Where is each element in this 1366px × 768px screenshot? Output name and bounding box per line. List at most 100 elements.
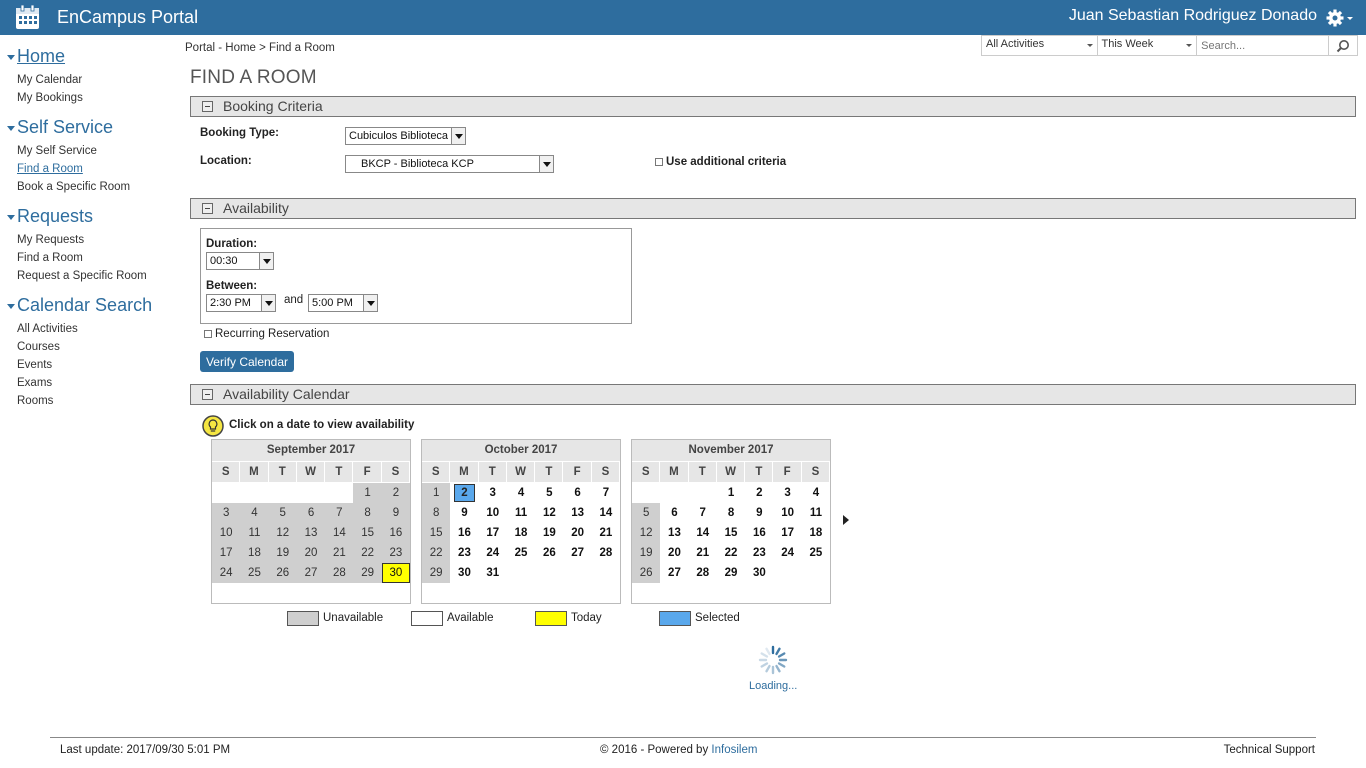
day-cell[interactable]: 6 [563, 483, 591, 503]
day-cell[interactable]: 27 [296, 563, 326, 583]
day-cell[interactable]: 25 [507, 543, 535, 563]
search-input[interactable] [1197, 36, 1330, 55]
day-cell[interactable]: 7 [689, 503, 717, 523]
day-cell[interactable]: 4 [507, 483, 535, 503]
day-cell[interactable]: 24 [212, 563, 241, 583]
day-cell[interactable]: 19 [632, 543, 661, 563]
day-cell[interactable]: 18 [240, 543, 269, 563]
end-time-select[interactable]: 5:00 PM [308, 294, 378, 312]
day-cell[interactable]: 21 [592, 523, 620, 543]
sidebar-item-rooms[interactable]: Rooms [17, 395, 53, 407]
sidebar-item-my-requests[interactable]: My Requests [17, 234, 84, 246]
day-cell[interactable]: 16 [745, 523, 773, 543]
day-cell[interactable]: 9 [450, 503, 478, 523]
day-cell[interactable]: 4 [802, 483, 830, 503]
day-cell[interactable]: 27 [660, 563, 688, 583]
day-cell[interactable]: 2 [745, 483, 773, 503]
day-cell[interactable]: 10 [212, 523, 241, 543]
day-cell[interactable]: 22 [422, 543, 451, 563]
day-cell[interactable]: 15 [422, 523, 451, 543]
activity-filter-select[interactable]: All Activities [982, 36, 1098, 55]
nav-group-requests[interactable]: Requests [7, 206, 93, 227]
section-availability-calendar[interactable]: Availability Calendar [190, 384, 1356, 405]
day-cell[interactable]: 12 [535, 503, 563, 523]
day-cell[interactable]: 26 [535, 543, 563, 563]
day-cell[interactable]: 1 [717, 483, 745, 503]
technical-support-link[interactable]: Technical Support [1224, 744, 1315, 756]
day-cell[interactable]: 12 [632, 523, 661, 543]
next-month-arrow-icon[interactable] [843, 515, 849, 525]
sidebar-item-my-calendar[interactable]: My Calendar [17, 74, 82, 86]
day-cell[interactable]: 28 [592, 543, 620, 563]
nav-group-home[interactable]: Home [7, 46, 65, 67]
day-cell[interactable]: 24 [479, 543, 507, 563]
day-cell[interactable]: 7 [592, 483, 620, 503]
day-cell[interactable]: 10 [479, 503, 507, 523]
day-cell[interactable]: 16 [450, 523, 478, 543]
search-button[interactable] [1329, 36, 1357, 55]
day-cell[interactable]: 20 [660, 543, 688, 563]
day-cell[interactable]: 23 [450, 543, 478, 563]
day-cell[interactable]: 4 [240, 503, 269, 523]
day-cell[interactable]: 11 [240, 523, 269, 543]
day-cell[interactable]: 1 [422, 483, 451, 503]
day-cell[interactable]: 28 [325, 563, 354, 583]
day-cell[interactable]: 13 [563, 503, 591, 523]
gear-icon[interactable] [1326, 9, 1354, 27]
sidebar-item-my-self-service[interactable]: My Self Service [17, 145, 97, 157]
recurring-checkbox[interactable] [204, 330, 212, 338]
day-cell[interactable]: 3 [479, 483, 507, 503]
day-cell[interactable]: 21 [689, 543, 717, 563]
day-cell[interactable]: 23 [381, 543, 411, 563]
day-cell[interactable]: 17 [773, 523, 801, 543]
day-cell[interactable]: 30 [450, 563, 478, 583]
day-cell[interactable]: 23 [745, 543, 773, 563]
day-cell[interactable]: 3 [212, 503, 241, 523]
day-cell[interactable]: 5 [268, 503, 297, 523]
day-cell[interactable]: 14 [689, 523, 717, 543]
day-cell[interactable]: 12 [268, 523, 297, 543]
day-cell[interactable]: 8 [353, 503, 382, 523]
day-cell[interactable]: 13 [660, 523, 688, 543]
day-cell[interactable]: 31 [479, 563, 507, 583]
collapse-triangle-icon[interactable] [7, 304, 15, 309]
day-cell[interactable]: 27 [563, 543, 591, 563]
day-cell[interactable]: 19 [535, 523, 563, 543]
day-cell[interactable]: 9 [381, 503, 411, 523]
day-cell[interactable]: 25 [802, 543, 830, 563]
nav-group-self-service[interactable]: Self Service [7, 117, 113, 138]
sidebar-item-all-activities[interactable]: All Activities [17, 323, 78, 335]
user-name[interactable]: Juan Sebastian Rodriguez Donado [1069, 7, 1317, 25]
sidebar-item-my-bookings[interactable]: My Bookings [17, 92, 83, 104]
day-cell[interactable]: 10 [773, 503, 801, 523]
day-cell[interactable]: 9 [745, 503, 773, 523]
day-cell[interactable]: 16 [381, 523, 411, 543]
day-cell[interactable]: 6 [296, 503, 326, 523]
day-cell[interactable]: 11 [802, 503, 830, 523]
sidebar-item-book-specific-room[interactable]: Book a Specific Room [17, 181, 130, 193]
day-cell[interactable]: 29 [717, 563, 745, 583]
infosilem-link[interactable]: Infosilem [711, 744, 757, 756]
day-cell[interactable]: 5 [535, 483, 563, 503]
day-cell[interactable]: 13 [296, 523, 326, 543]
verify-calendar-button[interactable]: Verify Calendar [200, 351, 294, 372]
day-cell[interactable]: 1 [353, 483, 382, 503]
day-cell[interactable]: 14 [592, 503, 620, 523]
day-cell[interactable]: 15 [717, 523, 745, 543]
day-cell[interactable]: 17 [212, 543, 241, 563]
day-cell[interactable]: 8 [422, 503, 451, 523]
day-cell[interactable]: 30 [745, 563, 773, 583]
period-filter-select[interactable]: This Week [1098, 36, 1198, 55]
day-cell[interactable]: 29 [353, 563, 382, 583]
collapse-triangle-icon[interactable] [7, 215, 15, 220]
day-cell[interactable]: 20 [563, 523, 591, 543]
sidebar-item-request-find-a-room[interactable]: Find a Room [17, 252, 83, 264]
day-cell[interactable]: 22 [717, 543, 745, 563]
location-select[interactable]: BKCP - Biblioteca KCP [345, 155, 554, 173]
section-booking-criteria[interactable]: Booking Criteria [190, 96, 1356, 117]
day-cell[interactable]: 19 [268, 543, 297, 563]
sidebar-item-courses[interactable]: Courses [17, 341, 60, 353]
day-cell[interactable]: 29 [422, 563, 451, 583]
day-cell[interactable]: 25 [240, 563, 269, 583]
duration-select[interactable]: 00:30 [206, 252, 274, 270]
